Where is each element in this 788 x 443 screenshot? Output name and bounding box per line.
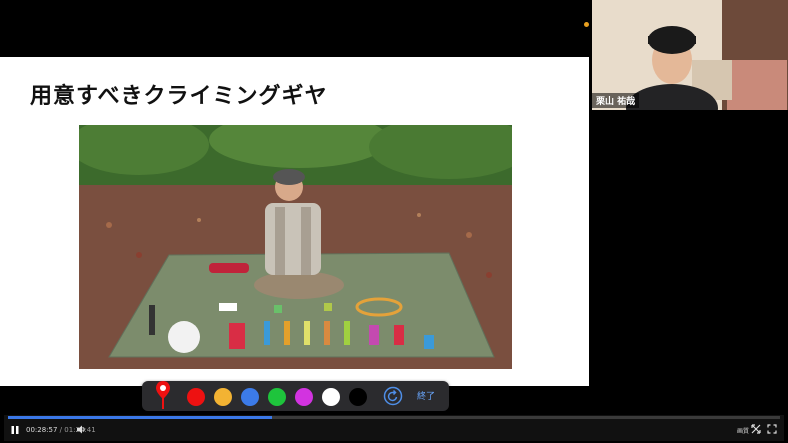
quality-button[interactable]: 画質: [737, 426, 749, 435]
color-green[interactable]: [268, 388, 286, 406]
recording-indicator: [584, 22, 589, 27]
progress-bar[interactable]: [8, 416, 780, 419]
slide-photo: [79, 125, 512, 369]
volume-icon[interactable]: [76, 424, 87, 435]
fullscreen-icon[interactable]: [767, 424, 777, 434]
current-time: 00:28:57: [26, 426, 58, 434]
expand-arrows-icon[interactable]: [751, 424, 761, 434]
undo-icon[interactable]: [383, 386, 403, 406]
color-white[interactable]: [322, 388, 340, 406]
pause-icon[interactable]: [10, 425, 20, 435]
slide-title: 用意すべきクライミングギヤ: [30, 84, 328, 109]
pen-marker-icon[interactable]: [154, 379, 172, 411]
end-annotation-button[interactable]: 終了: [417, 389, 435, 402]
color-black[interactable]: [349, 388, 367, 406]
presentation-slide: 用意すべきクライミングギヤ: [0, 57, 589, 386]
participant-name: 栗山 祐哉: [592, 93, 640, 108]
color-blue[interactable]: [241, 388, 259, 406]
color-magenta[interactable]: [295, 388, 313, 406]
color-red[interactable]: [187, 388, 205, 406]
annotation-toolbar: 終了: [142, 381, 449, 411]
color-yellow[interactable]: [214, 388, 232, 406]
video-player-controls: 00:28:57 / 01:24:41 画質: [4, 415, 784, 441]
progress-fill: [8, 416, 273, 419]
participant-camera: 栗山 祐哉: [592, 0, 788, 110]
